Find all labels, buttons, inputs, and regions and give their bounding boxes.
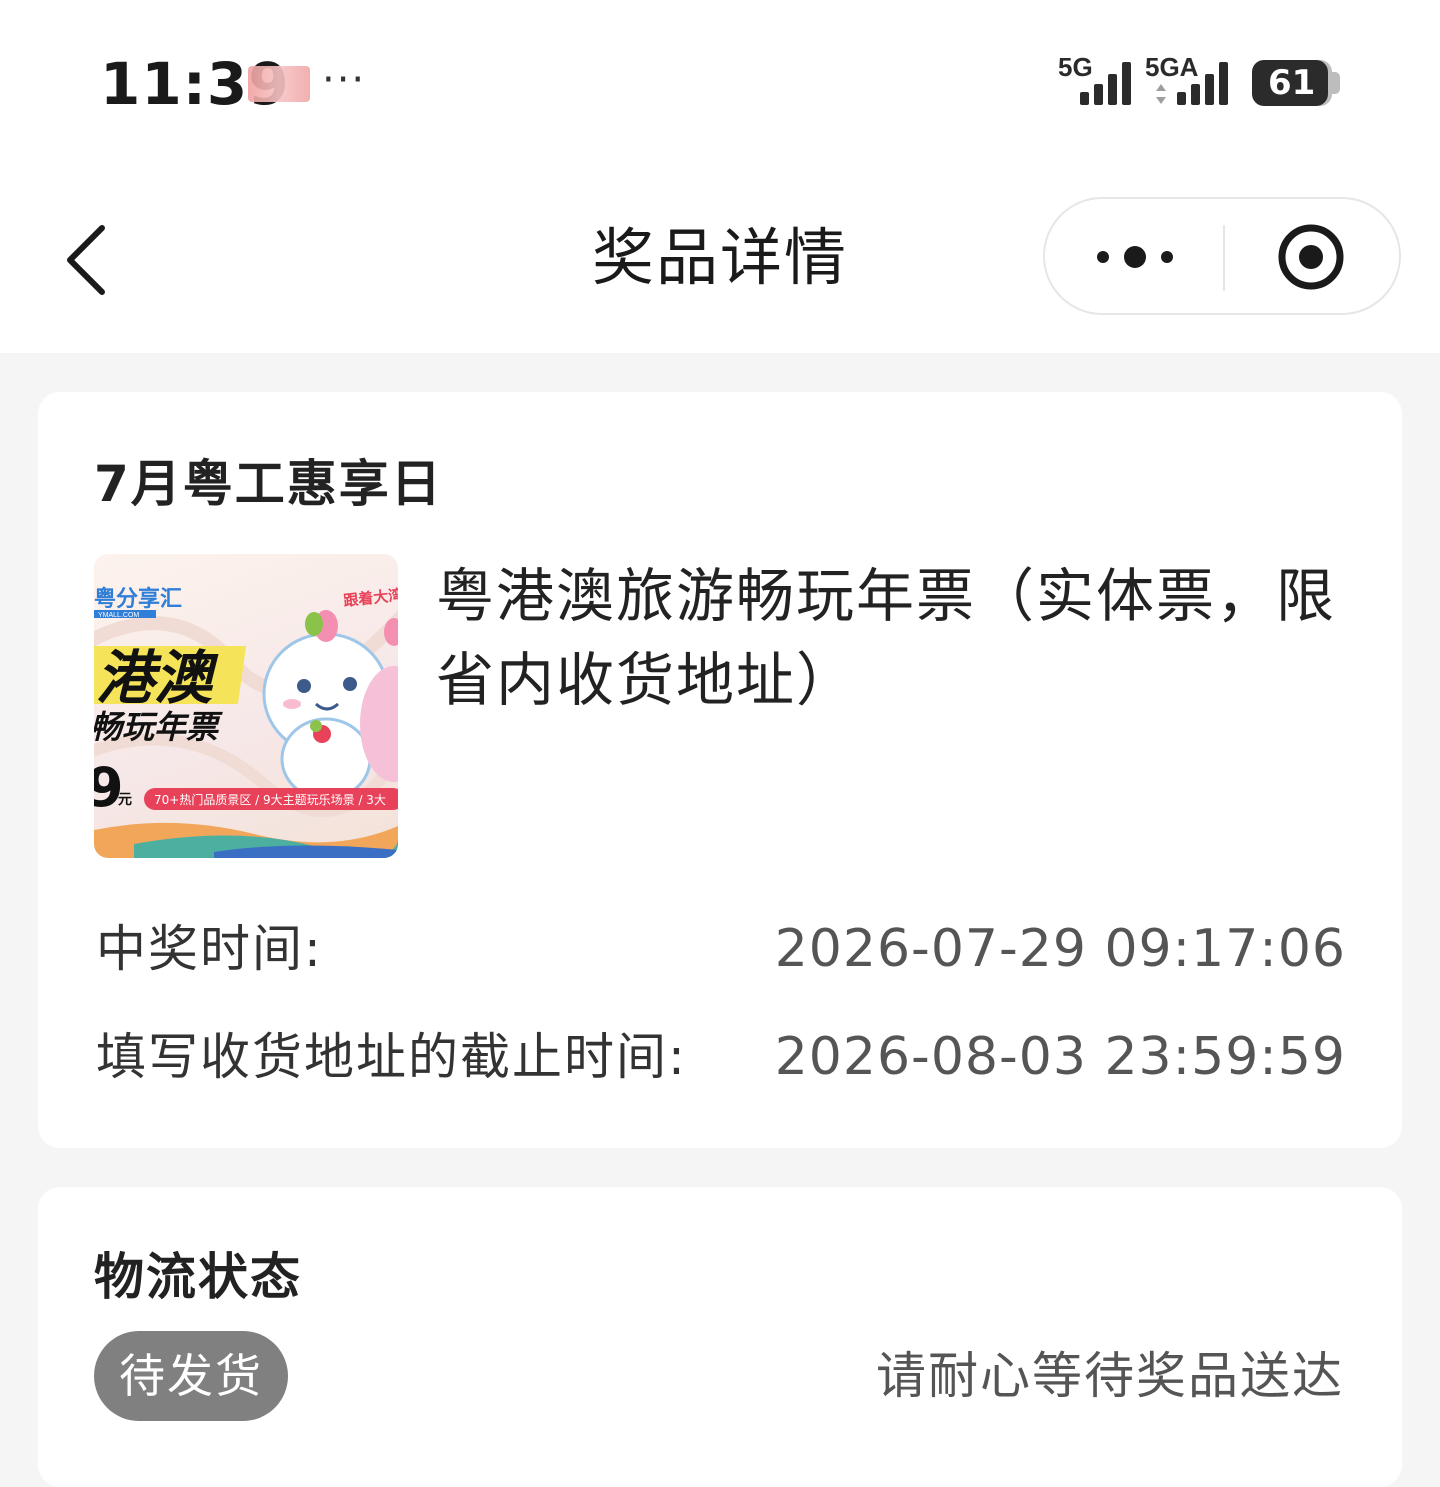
logistics-title: 物流状态 xyxy=(94,1248,302,1306)
thumb-brand-sub: YMALL.COM xyxy=(98,612,139,619)
win-time-row: 中奖时间: 2026-07-29 09:17:06 xyxy=(96,914,1346,984)
thumb-tag: 跟着大湾 xyxy=(343,586,398,610)
prize-card: 7月粤工惠享日 粤分享汇 YMALL.COM 跟着大湾 港澳 畅玩年票 9 元 xyxy=(38,392,1402,1148)
thumb-banner: 70+热门品质景区 / 9大主题玩乐场景 / 3大 xyxy=(154,792,386,807)
prize-thumbnail[interactable]: 粤分享汇 YMALL.COM 跟着大湾 港澳 畅玩年票 9 元 70+热门品质景… xyxy=(94,554,398,858)
win-time-value: 2026-07-29 09:17:06 xyxy=(774,919,1346,979)
thumb-headline: 港澳 xyxy=(96,644,219,712)
status-bar: 11:39 ··· 5G 5GA 61 xyxy=(0,0,1440,170)
win-time-label: 中奖时间: xyxy=(96,920,323,978)
event-title: 7月粤工惠享日 xyxy=(94,455,443,513)
deadline-label: 填写收货地址的截止时间: xyxy=(96,1028,687,1086)
back-chevron-icon[interactable] xyxy=(60,220,120,300)
thumb-brand: 粤分享汇 xyxy=(94,586,182,612)
close-target-icon[interactable] xyxy=(1275,221,1347,293)
prize-name: 粤港澳旅游畅玩年票（实体票，限省内收货地址） xyxy=(436,562,1337,714)
more-dots-icon[interactable] xyxy=(1085,227,1185,287)
battery-level: 61 xyxy=(1268,63,1316,103)
capsule-divider xyxy=(1223,225,1225,291)
signal-5ga-label: 5GA xyxy=(1145,54,1199,82)
prize-thumbnail-art: 粤分享汇 YMALL.COM 跟着大湾 港澳 畅玩年票 9 元 70+热门品质景… xyxy=(94,586,398,858)
status-badge: 待发货 xyxy=(94,1331,288,1421)
status-more-indicator: ··· xyxy=(322,57,367,103)
signal-5ga-icon: 5GA xyxy=(1145,54,1228,105)
status-hint: 请耐心等待奖品送达 xyxy=(876,1347,1344,1405)
nav-bar: 奖品详情 xyxy=(0,170,1440,353)
thumb-price-unit: 元 xyxy=(118,792,132,808)
battery-cap xyxy=(1330,72,1340,94)
thumb-subheadline: 畅玩年票 xyxy=(94,708,223,746)
deadline-value: 2026-08-03 23:59:59 xyxy=(774,1027,1346,1087)
thumb-price: 9 xyxy=(94,756,124,819)
deadline-row: 填写收货地址的截止时间: 2026-08-03 23:59:59 xyxy=(96,1022,1346,1092)
logistics-card: 物流状态 待发货 请耐心等待奖品送达 xyxy=(38,1187,1402,1487)
signal-5g-label: 5G xyxy=(1058,54,1093,82)
mini-program-capsule xyxy=(1043,197,1401,315)
signal-5g-icon: 5G xyxy=(1058,54,1131,105)
blurred-notification-icon xyxy=(248,66,310,102)
